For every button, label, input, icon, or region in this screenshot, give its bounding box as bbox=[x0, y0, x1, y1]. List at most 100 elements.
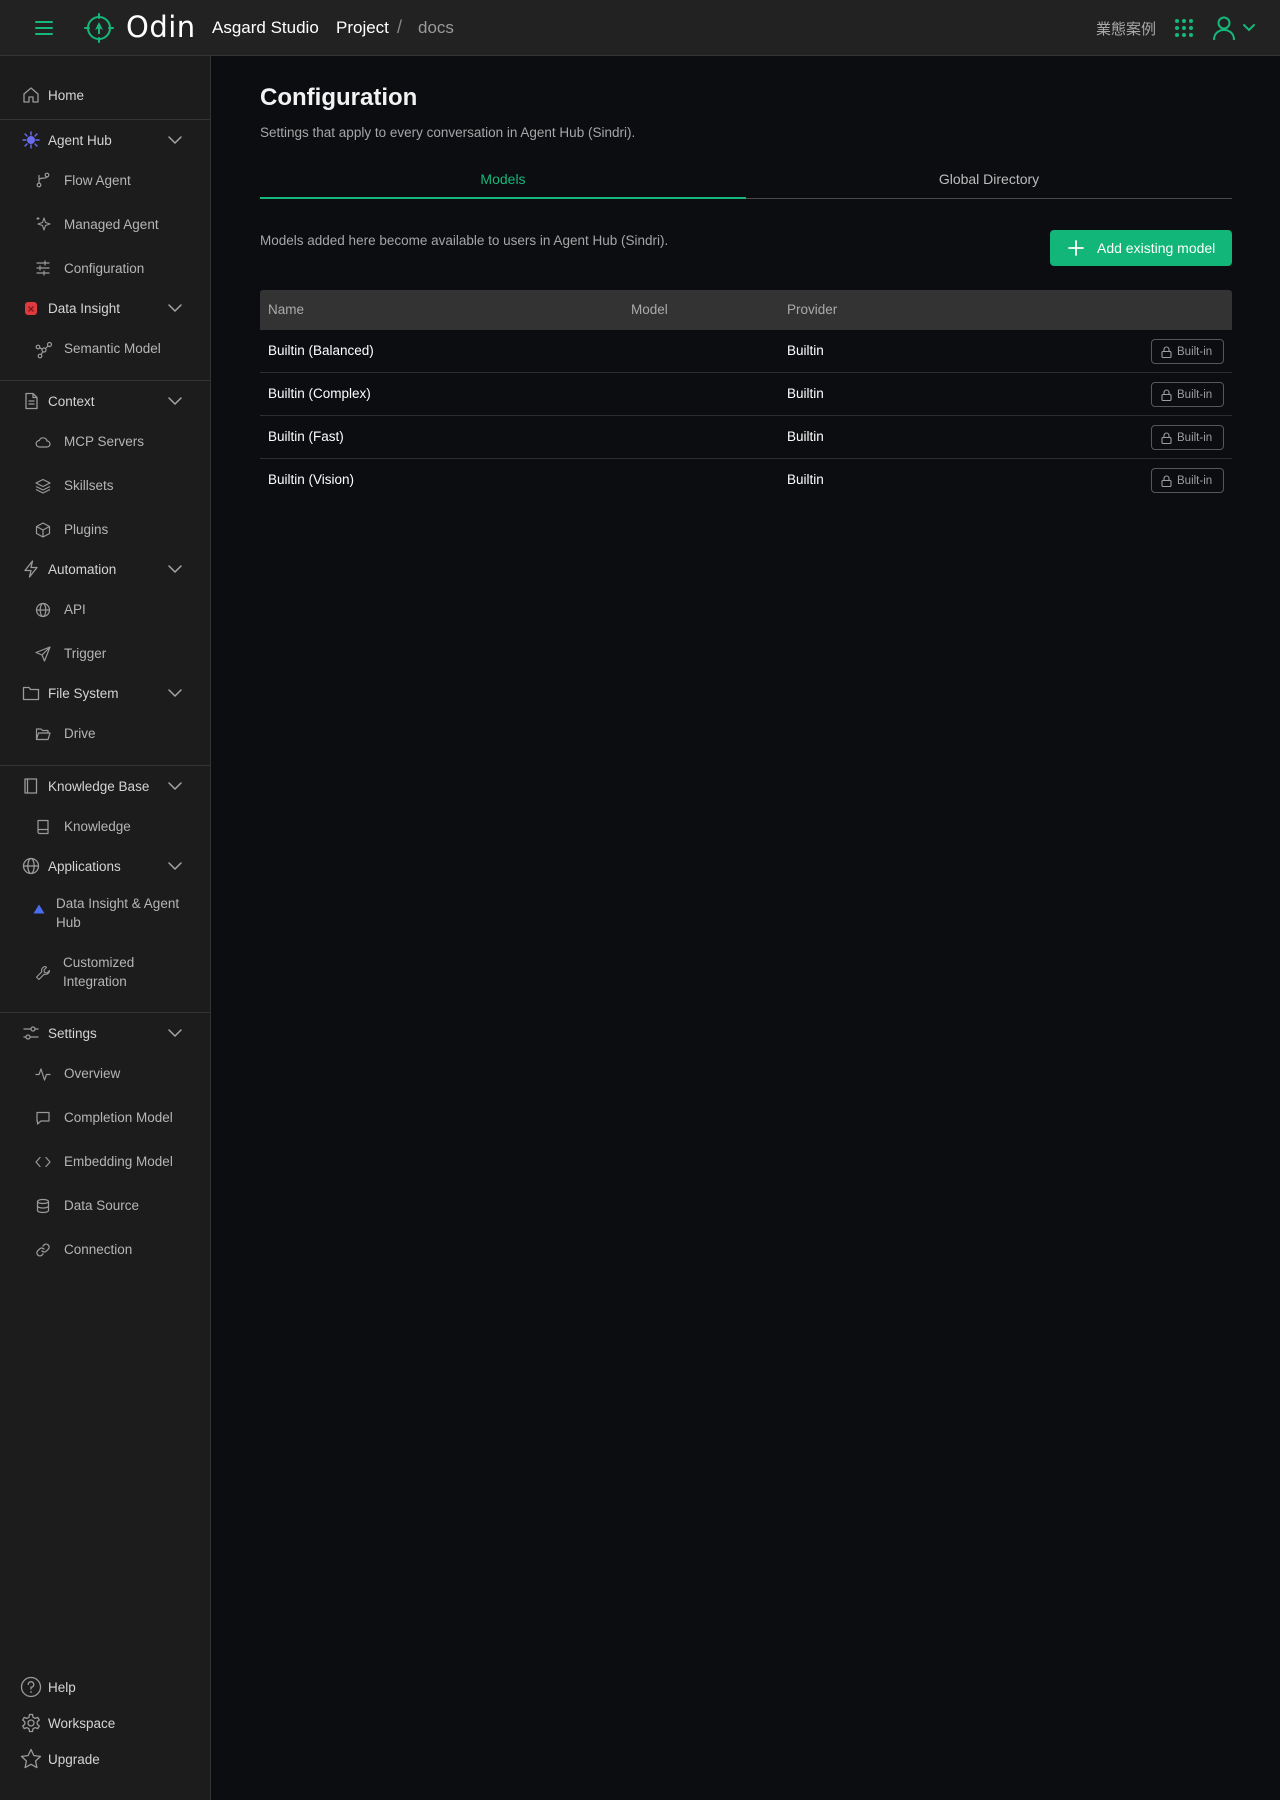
chevron-down-icon[interactable] bbox=[167, 396, 183, 406]
sidebar-item-label: Settings bbox=[48, 1026, 97, 1041]
sidebar-item-embedding-model[interactable]: Embedding Model bbox=[0, 1146, 210, 1176]
sidebar-item-data-source[interactable]: Data Source bbox=[0, 1190, 210, 1220]
column-header-name[interactable]: Name bbox=[268, 302, 304, 317]
app-name[interactable]: Odin bbox=[126, 10, 196, 44]
sidebar-item-workspace[interactable]: Workspace bbox=[0, 1708, 210, 1738]
row-name: Builtin (Complex) bbox=[268, 386, 371, 401]
sidebar-item-settings[interactable]: Settings bbox=[0, 1018, 210, 1048]
sidebar-item-label: Trigger bbox=[64, 646, 107, 661]
package-icon bbox=[35, 522, 51, 538]
sidebar-item-label: Semantic Model bbox=[64, 341, 161, 356]
organization-name[interactable]: Asgard Studio bbox=[212, 18, 319, 38]
chevron-down-icon[interactable] bbox=[167, 564, 183, 574]
table-row[interactable]: Builtin (Vision) Builtin Built-in bbox=[260, 459, 1232, 502]
chevron-down-icon[interactable] bbox=[167, 781, 183, 791]
sidebar-item-context[interactable]: Context bbox=[0, 386, 210, 416]
column-header-model[interactable]: Model bbox=[631, 302, 668, 317]
row-provider: Builtin bbox=[787, 386, 824, 401]
sidebar-item-trigger[interactable]: Trigger bbox=[0, 638, 210, 668]
sidebar-divider bbox=[0, 1012, 210, 1013]
sidebar-item-skillsets[interactable]: Skillsets bbox=[0, 470, 210, 500]
sidebar-item-automation[interactable]: Automation bbox=[0, 554, 210, 584]
models-description: Models added here become available to us… bbox=[260, 233, 669, 248]
sidebar-item-flow-agent[interactable]: Flow Agent bbox=[0, 165, 210, 195]
sidebar-item-label: Knowledge bbox=[64, 819, 131, 834]
sidebar-item-managed-agent[interactable]: Managed Agent bbox=[0, 209, 210, 239]
sidebar-item-knowledge-base[interactable]: Knowledge Base bbox=[0, 771, 210, 801]
sidebar-item-label: Knowledge Base bbox=[48, 779, 150, 794]
sidebar-item-customized-integration[interactable]: Customized Integration bbox=[0, 953, 210, 993]
sidebar-item-label: Help bbox=[48, 1680, 76, 1695]
case-studies-link[interactable]: 業態案例 bbox=[1096, 18, 1156, 39]
chevron-down-icon[interactable] bbox=[167, 1028, 183, 1038]
tab-global-directory[interactable]: Global Directory bbox=[746, 163, 1232, 199]
sidebar-item-data-insight-agent-hub[interactable]: Data Insight & Agent Hub bbox=[0, 894, 210, 934]
database-icon bbox=[35, 1198, 51, 1214]
column-header-provider[interactable]: Provider bbox=[787, 302, 837, 317]
sidebar-item-label: Drive bbox=[64, 726, 96, 741]
sidebar-item-help[interactable]: Help bbox=[0, 1672, 210, 1702]
sparkles-icon bbox=[35, 216, 51, 232]
lock-icon bbox=[1161, 389, 1172, 401]
sidebar-item-agent-hub[interactable]: Agent Hub bbox=[0, 125, 210, 155]
page-title: Configuration bbox=[260, 84, 418, 111]
breadcrumb-current[interactable]: docs bbox=[418, 18, 454, 38]
sidebar-item-semantic-model[interactable]: Semantic Model bbox=[0, 333, 210, 363]
table-row[interactable]: Builtin (Complex) Builtin Built-in bbox=[260, 373, 1232, 416]
sidebar-item-applications[interactable]: Applications bbox=[0, 851, 210, 881]
sidebar-item-drive[interactable]: Drive bbox=[0, 718, 210, 748]
sidebar: Home Agent Hub Flow Agent Managed Agent … bbox=[0, 56, 211, 1800]
chevron-down-icon[interactable] bbox=[167, 688, 183, 698]
odin-logo-icon[interactable] bbox=[84, 13, 114, 43]
table-header: Name Model Provider bbox=[260, 290, 1232, 330]
sidebar-item-plugins[interactable]: Plugins bbox=[0, 514, 210, 544]
sidebar-item-label: Customized Integration bbox=[63, 955, 135, 989]
sidebar-item-configuration[interactable]: Configuration bbox=[0, 253, 210, 283]
chevron-down-icon[interactable] bbox=[1242, 22, 1256, 34]
layers-icon bbox=[35, 478, 51, 494]
user-icon[interactable] bbox=[1212, 15, 1236, 41]
globe-icon bbox=[22, 857, 40, 875]
sidebar-item-overview[interactable]: Overview bbox=[0, 1058, 210, 1088]
sidebar-item-data-insight[interactable]: Data Insight bbox=[0, 293, 210, 323]
breadcrumb-separator: / bbox=[397, 17, 403, 37]
row-provider: Builtin bbox=[787, 343, 824, 358]
table-row[interactable]: Builtin (Balanced) Builtin Built-in bbox=[260, 330, 1232, 373]
chevron-down-icon[interactable] bbox=[167, 861, 183, 871]
sidebar-item-label: Overview bbox=[64, 1066, 121, 1081]
sidebar-item-home[interactable]: Home bbox=[0, 80, 210, 110]
lock-icon bbox=[1161, 432, 1172, 444]
sidebar-item-connection[interactable]: Connection bbox=[0, 1234, 210, 1264]
sidebar-item-label: Workspace bbox=[48, 1716, 116, 1731]
sidebar-item-knowledge[interactable]: Knowledge bbox=[0, 811, 210, 841]
breadcrumb-project[interactable]: Project bbox=[336, 18, 389, 38]
config-tabs: Models Global Directory bbox=[260, 163, 1232, 199]
sidebar-item-label: Data Insight bbox=[48, 301, 121, 316]
sidebar-item-label: Upgrade bbox=[48, 1752, 100, 1767]
sidebar-item-label: API bbox=[64, 602, 86, 617]
lightning-icon bbox=[22, 560, 40, 578]
apps-grid-icon[interactable] bbox=[1174, 18, 1194, 38]
sidebar-item-upgrade[interactable]: Upgrade bbox=[0, 1744, 210, 1774]
sidebar-item-completion-model[interactable]: Completion Model bbox=[0, 1102, 210, 1132]
document-icon bbox=[22, 392, 40, 410]
sidebar-item-label: Data Insight & Agent Hub bbox=[56, 896, 180, 930]
add-existing-model-button[interactable]: Add existing model bbox=[1050, 230, 1232, 266]
sidebar-item-label: Home bbox=[48, 88, 85, 103]
sidebar-item-api[interactable]: API bbox=[0, 594, 210, 624]
sidebar-item-label: Flow Agent bbox=[64, 173, 131, 188]
wrench-icon bbox=[35, 965, 51, 981]
sidebar-item-file-system[interactable]: File System bbox=[0, 678, 210, 708]
sidebar-item-mcp-servers[interactable]: MCP Servers bbox=[0, 426, 210, 456]
lock-icon bbox=[1161, 346, 1172, 358]
link-icon bbox=[35, 1242, 51, 1258]
agent-hub-icon bbox=[22, 131, 40, 149]
chevron-down-icon[interactable] bbox=[167, 135, 183, 145]
table-row[interactable]: Builtin (Fast) Builtin Built-in bbox=[260, 416, 1232, 459]
chevron-down-icon[interactable] bbox=[167, 303, 183, 313]
hamburger-menu-icon[interactable] bbox=[30, 16, 58, 40]
help-icon bbox=[20, 1676, 42, 1698]
built-in-badge: Built-in bbox=[1151, 468, 1224, 493]
tab-models[interactable]: Models bbox=[260, 163, 746, 199]
row-name: Builtin (Vision) bbox=[268, 472, 355, 487]
